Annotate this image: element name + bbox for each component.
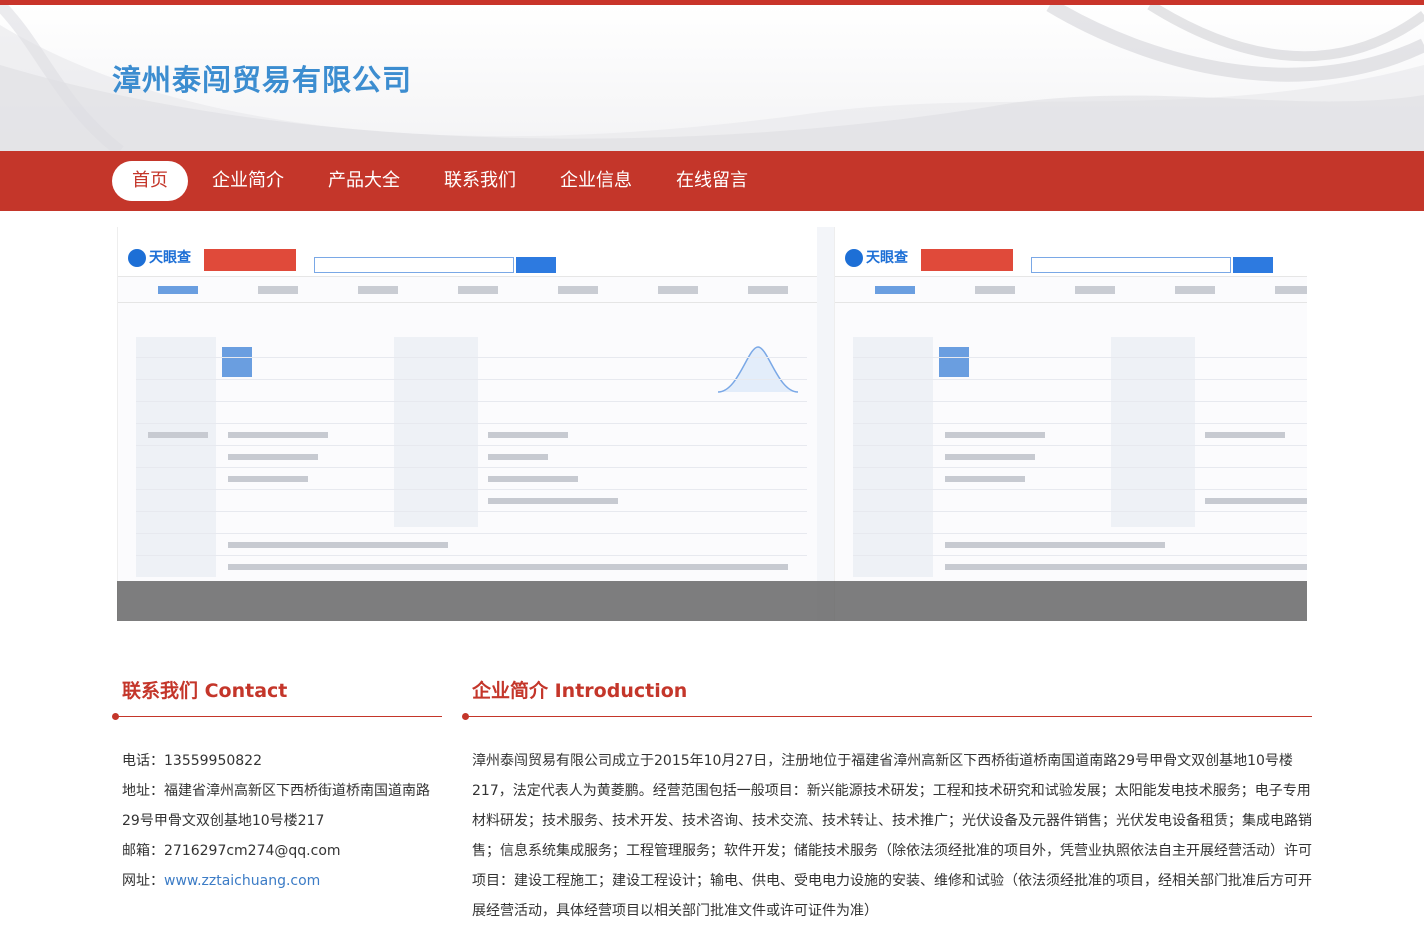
- tianyancha-logo-text: 天眼查: [866, 250, 908, 266]
- screenshot-label-column: [136, 337, 216, 577]
- intro-title: 企业简介 Introduction: [472, 680, 688, 702]
- screenshot-search-box: [314, 257, 514, 273]
- screenshot-search-box: [1031, 257, 1231, 273]
- contact-website: 网址：www.zztaichuang.com: [122, 866, 442, 896]
- intro-section: 企业简介 Introduction 漳州泰闯贸易有限公司成立于2015年10月2…: [462, 672, 1312, 926]
- contact-list: 电话：13559950822 地址：福建省漳州高新区下西桥街道桥南国道南路29号…: [112, 746, 442, 896]
- screenshot-search-button: [516, 257, 556, 273]
- company-logo-title[interactable]: 漳州泰闯贸易有限公司: [112, 57, 412, 99]
- banner-slide: 天眼查: [834, 227, 1307, 621]
- tianyancha-logo: 天眼查: [128, 247, 208, 271]
- tianyancha-logo-icon: [845, 249, 863, 267]
- phone-label: 电话：: [122, 753, 164, 769]
- screenshot-score-curve: [718, 346, 798, 393]
- screenshot-search-button: [1233, 257, 1273, 273]
- contact-address: 地址：福建省漳州高新区下西桥街道桥南国道南路29号甲骨文双创基地10号楼217: [122, 776, 442, 836]
- phone-value: 13559950822: [164, 753, 262, 769]
- address-value: 福建省漳州高新区下西桥街道桥南国道南路29号甲骨文双创基地10号楼217: [122, 783, 430, 829]
- site-header: 漳州泰闯贸易有限公司: [0, 5, 1424, 151]
- promo-badge: [204, 249, 296, 271]
- contact-phone: 电话：13559950822: [122, 746, 442, 776]
- tianyancha-logo-icon: [128, 249, 146, 267]
- nav-item-products[interactable]: 产品大全: [306, 161, 422, 201]
- address-label: 地址：: [122, 783, 164, 799]
- nav-item-home[interactable]: 首页: [112, 161, 188, 201]
- tianyancha-logo-text: 天眼查: [149, 250, 191, 266]
- email-value: 2716297cm274@qq.com: [164, 843, 341, 859]
- screenshot-label-column: [853, 337, 933, 577]
- screenshot-tabs: [118, 281, 817, 303]
- main-nav: 首页 企业简介 产品大全 联系我们 企业信息 在线留言: [0, 151, 1424, 211]
- website-label: 网址：: [122, 873, 164, 889]
- banner-slide: 天眼查: [117, 227, 817, 621]
- contact-section: 联系我们 Contact 电话：13559950822 地址：福建省漳州高新区下…: [112, 672, 442, 896]
- screenshot-tabs: [835, 281, 1307, 303]
- nav-item-contact[interactable]: 联系我们: [422, 161, 538, 201]
- intro-text: 漳州泰闯贸易有限公司成立于2015年10月27日，注册地位于福建省漳州高新区下西…: [472, 753, 1312, 919]
- website-link[interactable]: www.zztaichuang.com: [164, 873, 320, 889]
- screenshot-avatar: [939, 347, 969, 377]
- nav-item-company-info[interactable]: 企业信息: [538, 161, 654, 201]
- tianyancha-logo: 天眼查: [845, 247, 925, 271]
- contact-title: 联系我们 Contact: [122, 680, 288, 702]
- screenshot-label-column: [1111, 337, 1195, 527]
- intro-title-divider: [462, 713, 1312, 720]
- nav-item-message[interactable]: 在线留言: [654, 161, 770, 201]
- banner-carousel[interactable]: 天眼查 天眼查: [117, 227, 1307, 621]
- banner-caption-overlay: [117, 581, 1307, 621]
- screenshot-label-column: [394, 337, 478, 527]
- nav-item-about[interactable]: 企业简介: [190, 161, 306, 201]
- contact-email: 邮箱：2716297cm274@qq.com: [122, 836, 442, 866]
- screenshot-avatar: [222, 347, 252, 377]
- contact-title-divider: [112, 713, 442, 720]
- promo-badge: [921, 249, 1013, 271]
- email-label: 邮箱：: [122, 843, 164, 859]
